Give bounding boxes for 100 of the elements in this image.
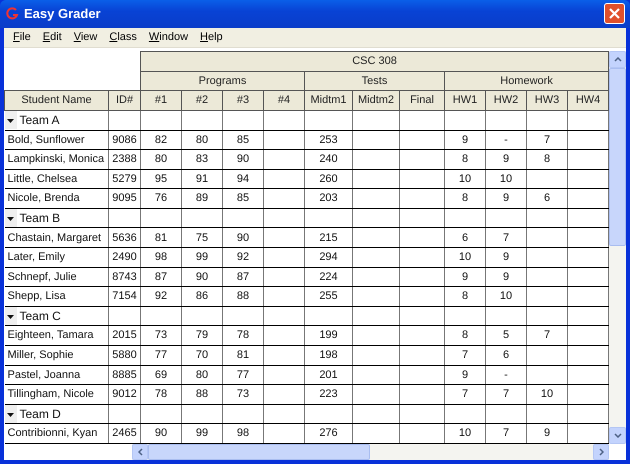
score: 77 <box>236 368 250 381</box>
student-name: Lampkinski, Monica <box>8 153 104 166</box>
student-name: Later, Emily <box>8 251 65 264</box>
score: 276 <box>319 427 338 440</box>
team-toggle[interactable] <box>4 405 16 424</box>
score: 199 <box>319 329 338 342</box>
score: 9 <box>502 251 510 264</box>
student-id: 9095 <box>112 192 137 204</box>
column-header: HW1 <box>452 94 478 106</box>
score: 69 <box>154 368 168 381</box>
team-toggle[interactable] <box>4 111 16 130</box>
student-id: 2388 <box>112 153 137 166</box>
score: 75 <box>196 232 208 244</box>
score: 92 <box>236 251 250 264</box>
score: 240 <box>319 153 338 166</box>
score: 8 <box>462 290 468 302</box>
team-name: Team D <box>20 406 61 424</box>
column-header: #1 <box>154 94 168 106</box>
menu-item[interactable]: Help <box>194 29 229 46</box>
score: 7 <box>502 388 510 400</box>
score: 86 <box>196 290 208 302</box>
student-name: Nicole, Brenda <box>8 192 80 204</box>
column-header: HW3 <box>534 94 560 106</box>
score: 7 <box>462 388 468 400</box>
menu-item[interactable]: Class <box>103 29 143 46</box>
student-name: Bold, Sunflower <box>8 134 85 146</box>
scroll-thumb[interactable] <box>148 444 370 460</box>
score: 253 <box>319 134 338 146</box>
close-button[interactable] <box>604 3 625 24</box>
column-header: Student Name <box>21 94 92 106</box>
score: 83 <box>196 153 208 166</box>
score: 8 <box>462 192 468 204</box>
student-name: Schnepf, Julie <box>8 270 77 283</box>
score: 89 <box>196 192 208 204</box>
window-title: Easy Grader <box>24 5 101 24</box>
student-name: Tillingham, Nicole <box>8 388 94 400</box>
student-id: 2490 <box>112 251 137 264</box>
caret-down-icon <box>7 410 14 418</box>
score: 88 <box>196 388 208 400</box>
score: 79 <box>196 329 208 342</box>
caret-down-icon <box>7 312 14 320</box>
team-toggle[interactable] <box>4 209 16 228</box>
score: 90 <box>236 232 250 244</box>
student-name: Chastain, Margaret <box>8 232 102 244</box>
score: 81 <box>236 349 250 362</box>
score: 7 <box>502 232 510 244</box>
student-id: 5279 <box>112 172 137 185</box>
menu-item[interactable]: File <box>7 29 37 46</box>
score: 8 <box>544 153 550 166</box>
team-toggle[interactable] <box>4 307 16 326</box>
scroll-thumb[interactable] <box>609 68 626 246</box>
score: 203 <box>319 192 338 204</box>
score: 70 <box>196 349 208 362</box>
student-id: 8743 <box>112 270 137 283</box>
scroll-left-button[interactable] <box>132 444 148 460</box>
score: - <box>504 134 508 146</box>
column-header: Midtm1 <box>310 94 347 106</box>
score: 215 <box>319 232 338 244</box>
menu-item[interactable]: Edit <box>36 29 68 46</box>
score: 80 <box>196 134 208 146</box>
group-header: Programs <box>198 74 246 87</box>
score: 91 <box>196 172 208 185</box>
scroll-right-button[interactable] <box>593 444 609 460</box>
horizontal-scrollbar[interactable] <box>132 444 609 460</box>
student-id: 5880 <box>112 349 137 362</box>
caret-down-icon <box>7 214 14 222</box>
score: 98 <box>236 427 250 440</box>
student-id: 9086 <box>112 134 137 146</box>
score: 10 <box>500 172 512 185</box>
student-name: Eighteen, Tamara <box>8 329 94 342</box>
menu-item[interactable]: Window <box>142 29 194 46</box>
score: 255 <box>319 290 338 302</box>
score: 9 <box>502 153 510 166</box>
column-header: Final <box>410 94 434 106</box>
scroll-up-button[interactable] <box>609 50 626 68</box>
scroll-down-button[interactable] <box>609 426 626 444</box>
student-id: 5636 <box>112 232 137 244</box>
score: 9 <box>462 368 468 381</box>
student-name: Little, Chelsea <box>8 172 78 185</box>
student-id: 7154 <box>112 290 137 302</box>
score: 6 <box>544 192 550 204</box>
score: 9 <box>462 134 468 146</box>
team-name: Team C <box>20 308 61 326</box>
chevron-left-icon <box>138 448 142 456</box>
menu-item[interactable]: View <box>68 29 104 46</box>
score: 78 <box>154 388 168 400</box>
caret-down-icon <box>7 116 14 124</box>
app-logo-icon <box>5 6 19 21</box>
score: 99 <box>196 427 208 440</box>
column-header: #2 <box>196 94 208 106</box>
team-name: Team A <box>20 112 60 130</box>
score: 90 <box>154 427 168 440</box>
score: 73 <box>236 388 250 400</box>
score: 198 <box>319 349 338 362</box>
score: 7 <box>544 134 550 146</box>
vertical-scrollbar[interactable] <box>609 50 626 444</box>
score: 94 <box>236 172 250 185</box>
score: 260 <box>319 172 338 185</box>
score: 223 <box>319 388 338 400</box>
score: 10 <box>458 172 472 185</box>
